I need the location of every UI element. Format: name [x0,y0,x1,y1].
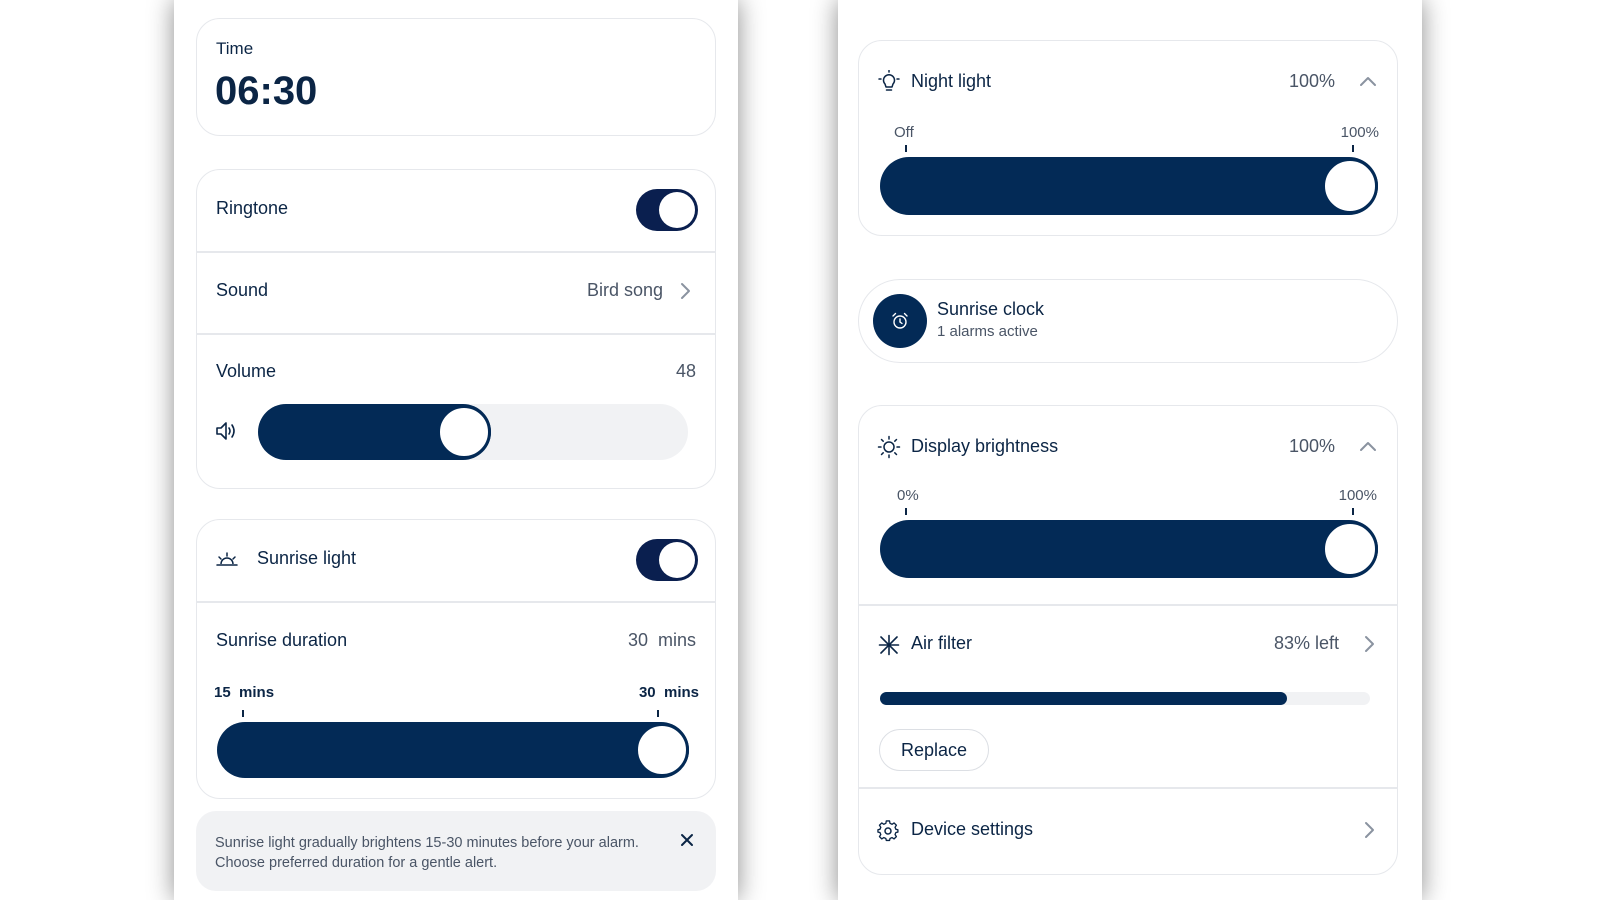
bulb-icon [878,70,900,91]
air-filter-icon [878,634,900,656]
alarm-clock-icon [892,312,908,329]
device-settings-row[interactable]: Device settings [859,788,1397,874]
night-light-slider[interactable] [880,157,1378,215]
slider-tick [905,145,907,152]
time-card[interactable]: Time 06:30 [196,18,716,136]
chevron-up-icon[interactable] [1359,75,1377,87]
device-settings-label: Device settings [911,819,1034,839]
chevron-right-icon [1365,636,1374,652]
sunrise-light-toggle[interactable] [636,539,698,581]
sunrise-duration-slider-knob[interactable] [635,723,689,777]
display-brightness-min-label: 0% [897,487,919,504]
air-filter-progress-fill [880,692,1287,705]
display-brightness-slider-fill [880,520,1378,578]
divider [197,601,715,603]
chevron-right-icon [681,283,690,299]
night-light-label: Night light [911,71,992,91]
night-light-value: 100% [1288,71,1335,91]
divider [197,333,715,335]
display-brightness-label: Display brightness [911,436,1059,456]
time-label: Time [216,39,254,58]
sunrise-duration-slider[interactable] [217,722,689,778]
replace-button[interactable]: Replace [879,729,989,771]
time-value: 06:30 [215,69,318,113]
display-brightness-max-label: 100% [1338,487,1377,504]
volume-slider[interactable] [258,404,688,460]
slider-tick [1352,508,1354,515]
chevron-right-icon [1365,822,1374,838]
slider-tick [242,710,244,717]
slider-tick [657,710,659,717]
sound-value: Bird song [586,280,663,300]
sound-label: Sound [216,280,269,300]
air-filter-row[interactable]: Air filter 83% left [859,605,1397,685]
sunrise-clock-card[interactable]: Sunrise clock 1 alarms active [858,279,1398,363]
sunrise-info-text: Sunrise light gradually brightens 15-30 … [215,835,639,871]
sunrise-clock-avatar [873,294,927,348]
night-light-slider-fill [880,157,1378,215]
gear-icon [877,820,899,842]
volume-slider-knob[interactable] [437,405,492,459]
sunrise-duration-max-label: 30 mins [638,684,699,701]
ringtone-card: Ringtone Sound Bird song Volume 48 [196,169,716,489]
alarm-settings-panel: Time 06:30 Ringtone Sound Bird song Volu… [174,0,738,900]
display-brightness-slider-knob[interactable] [1322,521,1378,577]
sunrise-light-label: Sunrise light [257,548,357,568]
ringtone-label: Ringtone [216,198,289,218]
speaker-icon [216,422,235,440]
sunrise-light-card: Sunrise light Sunrise duration 30 mins 1… [196,519,716,799]
air-filter-label: Air filter [911,633,973,653]
display-brightness-value: 100% [1288,436,1335,456]
sunrise-clock-subtitle: 1 alarms active [937,323,1038,340]
sound-row[interactable]: Sound Bird song [197,252,715,333]
slider-tick [1352,145,1354,152]
air-filter-value: 83% left [1273,633,1339,653]
night-light-max-label: 100% [1340,124,1379,141]
volume-label: Volume [216,361,277,381]
night-light-slider-knob[interactable] [1322,158,1378,214]
close-icon[interactable] [680,833,694,847]
sunrise-info-box: Sunrise light gradually brightens 15-30 … [196,811,716,891]
sunrise-duration-value: 30 mins [627,630,696,650]
sunrise-clock-title: Sunrise clock [937,299,1045,319]
night-light-min-label: Off [894,124,914,141]
slider-tick [905,508,907,515]
display-brightness-slider[interactable] [880,520,1378,578]
device-settings-panel: Night light 100% Off 100% Sunrise clock … [838,0,1422,900]
volume-value: 48 [675,361,696,381]
night-light-card: Night light 100% Off 100% [858,40,1398,236]
chevron-up-icon[interactable] [1359,440,1377,452]
sunrise-duration-label: Sunrise duration [216,630,348,650]
sun-icon [877,435,901,459]
ringtone-toggle[interactable] [636,189,698,231]
sunrise-duration-min-label: 15 mins [214,684,275,701]
sunrise-duration-slider-fill [217,722,689,778]
air-filter-progress [880,692,1370,705]
display-card: Display brightness 100% 0% 100% Air filt… [858,405,1398,875]
sunrise-icon [216,552,238,566]
